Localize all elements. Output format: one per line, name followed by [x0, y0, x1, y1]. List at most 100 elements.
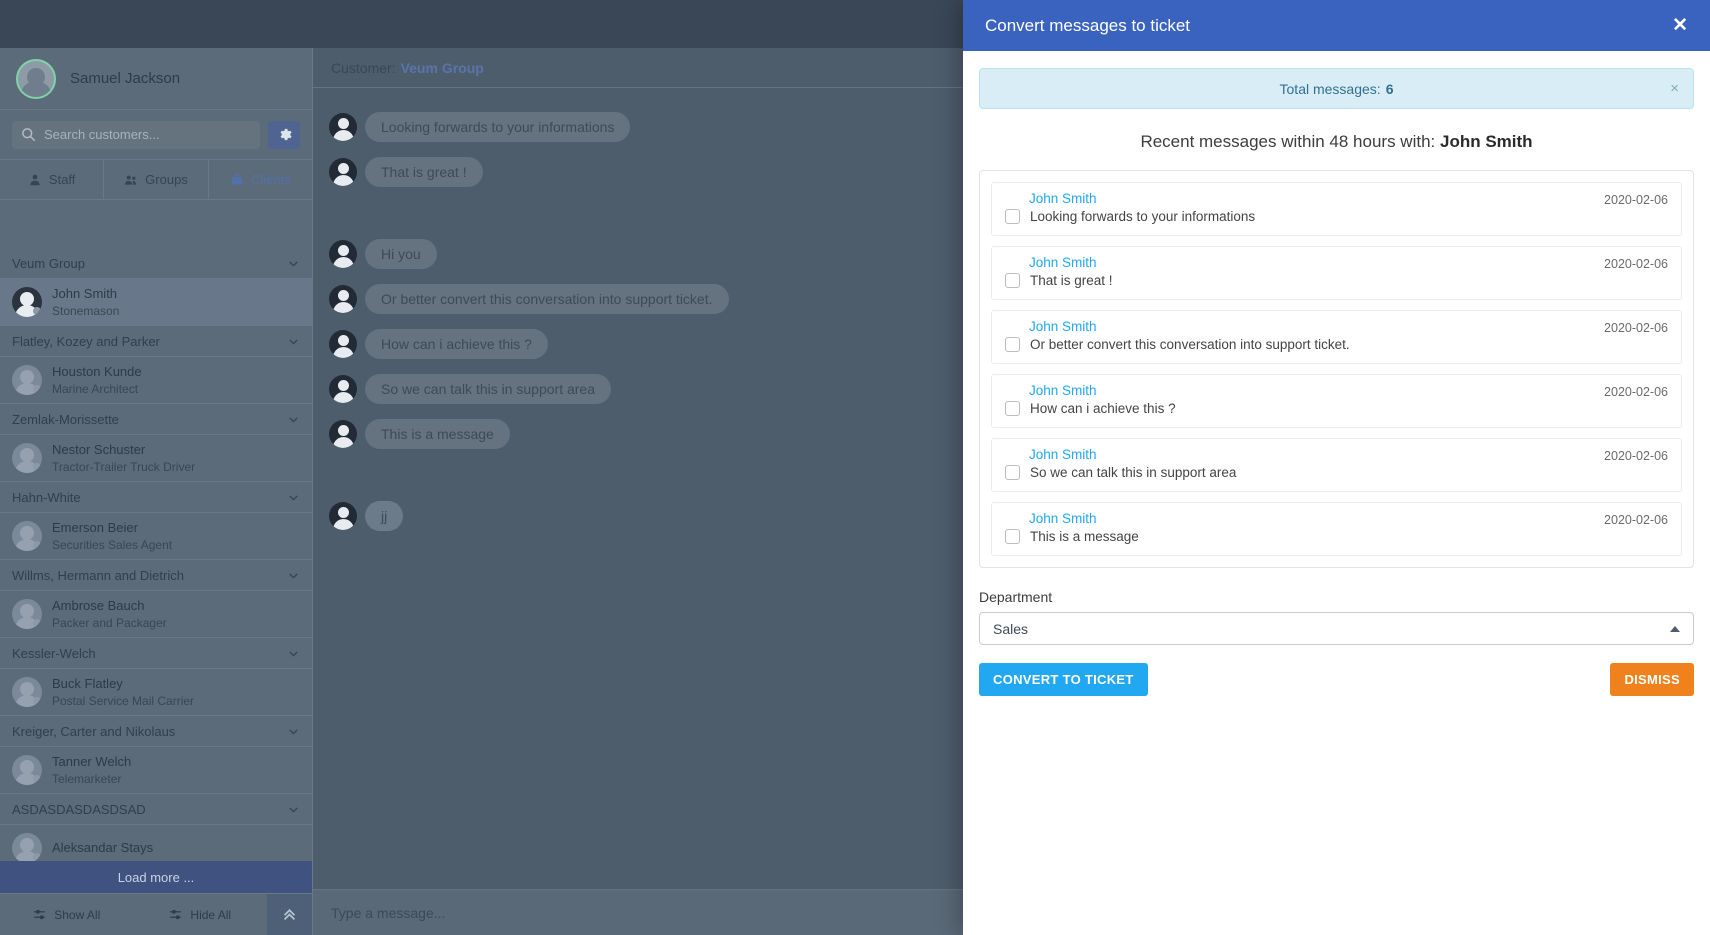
collapse-sidebar-button[interactable] [267, 894, 312, 935]
message-text: That is great ! [1030, 273, 1113, 288]
avatar [329, 420, 357, 448]
convert-ticket-panel: Convert messages to ticket ✕ Total messa… [963, 0, 1710, 935]
message-card[interactable]: John Smith Or better convert this convers… [991, 310, 1682, 364]
panel-actions: CONVERT TO TICKET DISMISS [979, 663, 1694, 696]
panel-subtitle: Recent messages within 48 hours with: Jo… [979, 109, 1694, 170]
chat-bubble: Looking forwards to your informations [365, 112, 631, 142]
tab-staff[interactable]: Staff [0, 160, 105, 199]
search-input[interactable] [12, 120, 260, 149]
avatar [12, 599, 42, 629]
chevron-down-icon [289, 572, 298, 579]
message-date: 2020-02-06 [1604, 257, 1668, 271]
tab-groups[interactable]: Groups [104, 160, 209, 199]
contact-item[interactable]: John Smith Stonemason [0, 279, 312, 326]
contact-item[interactable]: Houston Kunde Marine Architect [0, 357, 312, 404]
contact-item[interactable]: Nestor Schuster Tractor-Trailer Truck Dri… [0, 435, 312, 482]
chat-customer-name[interactable]: Veum Group [401, 60, 484, 76]
group-header[interactable]: ASDASDASDASDSAD [0, 794, 312, 825]
panel-subtitle-prefix: Recent messages within 48 hours with: [1140, 132, 1436, 151]
load-more-button[interactable]: Load more ... [0, 861, 312, 893]
message-date: 2020-02-06 [1604, 513, 1668, 527]
message-sender: John Smith [1029, 319, 1097, 334]
contact-role: Securities Sales Agent [52, 537, 173, 552]
message-checkbox[interactable] [1005, 209, 1020, 224]
tab-clients-label: Clients [250, 172, 291, 187]
user-icon [30, 174, 40, 185]
message-checkbox[interactable] [1005, 273, 1020, 288]
group-header[interactable]: Veum Group [0, 248, 312, 279]
avatar [329, 502, 357, 530]
dismiss-button[interactable]: DISMISS [1610, 663, 1694, 696]
chevron-down-icon [289, 494, 298, 501]
total-messages-label: Total messages: [1279, 80, 1381, 97]
chevron-up-icon [1670, 625, 1680, 632]
panel-title: Convert messages to ticket [985, 15, 1191, 35]
contact-role: Marine Architect [52, 381, 139, 396]
status-dot [33, 775, 41, 783]
avatar [329, 240, 357, 268]
sliders-icon [170, 909, 182, 920]
group-name: Kreiger, Carter and Nikolaus [12, 723, 176, 739]
users-icon [125, 175, 137, 185]
show-all-label: Show All [54, 907, 101, 922]
group-header[interactable]: Willms, Hermann and Dietrich [0, 560, 312, 591]
group-name: Kessler-Welch [12, 645, 96, 661]
contact-item[interactable]: Aleksandar Stays [0, 825, 312, 861]
message-text: Looking forwards to your informations [1030, 209, 1256, 224]
message-card[interactable]: John Smith Looking forwards to your infor… [991, 182, 1682, 236]
contact-item[interactable]: Emerson Beier Securities Sales Agent [0, 513, 312, 560]
message-checkbox[interactable] [1005, 465, 1020, 480]
message-checkbox[interactable] [1005, 401, 1020, 416]
hide-all-button[interactable]: Hide All [134, 894, 268, 935]
show-all-button[interactable]: Show All [0, 894, 134, 935]
group-name: Willms, Hermann and Dietrich [12, 567, 184, 583]
message-card[interactable]: John Smith This is a message 2020-02-06 [991, 502, 1682, 556]
status-dot [33, 385, 41, 393]
chat-bubble: Or better convert this conversation into… [365, 284, 729, 314]
chevron-down-icon [289, 728, 298, 735]
department-select[interactable]: Sales [979, 612, 1694, 645]
group-header[interactable]: Flatley, Kozey and Parker [0, 326, 312, 357]
chat-bubble: How can i achieve this ? [365, 329, 548, 359]
chat-bubble: That is great ! [365, 157, 483, 187]
message-checkbox[interactable] [1005, 529, 1020, 544]
group-header[interactable]: Kessler-Welch [0, 638, 312, 669]
contact-item[interactable]: Buck Flatley Postal Service Mail Carrier [0, 669, 312, 716]
avatar [12, 521, 42, 551]
hide-all-label: Hide All [190, 907, 232, 922]
group-header[interactable]: Zemlak-Morissette [0, 404, 312, 435]
panel-subtitle-name: John Smith [1439, 132, 1533, 151]
chevron-double-up-icon [283, 909, 296, 921]
status-dot [33, 541, 41, 549]
avatar [16, 58, 56, 99]
message-card[interactable]: John Smith How can i achieve this ? 2020-0… [991, 374, 1682, 428]
message-sender: John Smith [1029, 255, 1097, 270]
total-messages-count: 6 [1385, 80, 1394, 97]
contact-role: Tractor-Trailer Truck Driver [52, 459, 196, 474]
contact-item[interactable]: Ambrose Bauch Packer and Packager [0, 591, 312, 638]
group-header[interactable]: Kreiger, Carter and Nikolaus [0, 716, 312, 747]
avatar [12, 365, 42, 395]
contact-name: Ambrose Bauch [52, 598, 145, 614]
close-icon[interactable]: ✕ [1672, 16, 1688, 35]
customer-sidebar: Samuel Jackson Staff Groups [0, 48, 313, 935]
chevron-down-icon [289, 806, 298, 813]
convert-to-ticket-button[interactable]: CONVERT TO TICKET [979, 663, 1148, 696]
settings-button[interactable] [268, 120, 300, 149]
message-checkbox[interactable] [1005, 337, 1020, 352]
chevron-down-icon [289, 416, 298, 423]
status-dot [33, 307, 41, 315]
message-card[interactable]: John Smith That is great ! 2020-02-06 [991, 246, 1682, 300]
tab-staff-label: Staff [48, 172, 76, 187]
tab-clients[interactable]: Clients [209, 160, 312, 199]
group-header[interactable]: Hahn-White [0, 482, 312, 513]
contact-role: Packer and Packager [52, 615, 167, 630]
gear-icon [280, 128, 292, 141]
message-sender: John Smith [1029, 383, 1097, 398]
message-card[interactable]: John Smith So we can talk this in support… [991, 438, 1682, 492]
message-date: 2020-02-06 [1604, 193, 1668, 207]
alert-close-icon[interactable]: × [1670, 80, 1679, 97]
department-value: Sales [993, 620, 1029, 637]
contact-item[interactable]: Tanner Welch Telemarketer [0, 747, 312, 794]
app-root: Samuel Jackson Staff Groups [0, 0, 1710, 935]
